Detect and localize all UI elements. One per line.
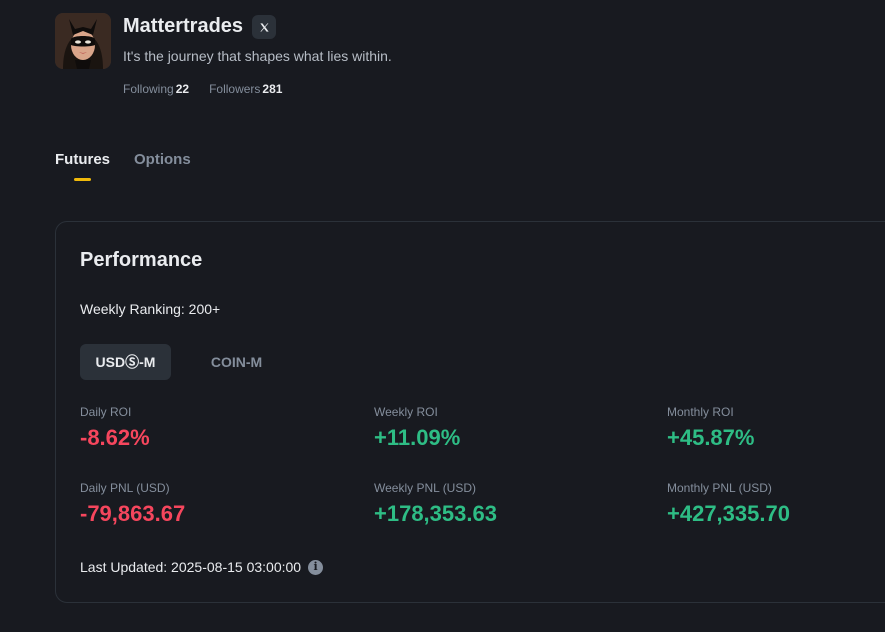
- metric-value: +45.87%: [667, 425, 755, 450]
- active-tab-indicator: [74, 178, 91, 181]
- metric-label: Daily PNL (USD): [80, 481, 170, 495]
- weekly-ranking: Weekly Ranking: 200+: [80, 301, 221, 317]
- metric-label: Weekly ROI: [374, 405, 438, 419]
- tab-futures[interactable]: Futures: [55, 151, 110, 169]
- following-label: Following: [123, 82, 174, 96]
- segment-usds-m[interactable]: USDⓈ-M: [80, 344, 171, 380]
- metric-label: Weekly PNL (USD): [374, 481, 477, 495]
- followers-label: Followers: [209, 82, 261, 96]
- last-updated: Last Updated: 2025-08-15 03:00:00 i: [80, 558, 324, 576]
- metric-value: -79,863.67: [80, 501, 186, 526]
- profile-name: Mattertrades: [123, 15, 244, 37]
- metric-daily-roi: Daily ROI -8.62%: [80, 404, 150, 452]
- avatar[interactable]: [55, 13, 111, 69]
- follow-stats: Following 22 Followers 281: [123, 81, 282, 97]
- x-logo-icon[interactable]: [252, 15, 276, 39]
- segment-coin-m[interactable]: COIN-M: [191, 344, 282, 380]
- last-updated-text: Last Updated: 2025-08-15 03:00:00: [80, 559, 302, 575]
- metric-weekly-pnl: Weekly PNL (USD) +178,353.63: [374, 480, 497, 528]
- performance-title: Performance: [80, 249, 203, 271]
- metric-weekly-roi: Weekly ROI +11.09%: [374, 404, 460, 452]
- metric-label: Monthly ROI: [667, 405, 734, 419]
- following-stat[interactable]: Following 22: [123, 81, 189, 97]
- metric-label: Daily ROI: [80, 405, 132, 419]
- info-icon[interactable]: i: [308, 559, 324, 575]
- metric-monthly-pnl: Monthly PNL (USD) +427,335.70: [667, 480, 790, 528]
- metric-value: +11.09%: [374, 425, 461, 450]
- metric-label: Monthly PNL (USD): [667, 481, 772, 495]
- following-count: 22: [175, 82, 190, 96]
- metric-value: +427,335.70: [667, 501, 790, 526]
- metric-value: +178,353.63: [374, 501, 497, 526]
- metric-daily-pnl: Daily PNL (USD) -79,863.67: [80, 480, 185, 528]
- followers-stat[interactable]: Followers 281: [209, 81, 282, 97]
- metric-monthly-roi: Monthly ROI +45.87%: [667, 404, 754, 452]
- product-tabs: Futures Options: [55, 151, 191, 169]
- performance-card: Performance Weekly Ranking: 200+ USDⓈ-M …: [55, 221, 885, 603]
- masked-woman-avatar-icon: [55, 13, 111, 69]
- metric-value: -8.62%: [80, 425, 150, 450]
- tab-options[interactable]: Options: [134, 151, 191, 169]
- profile-bio: It's the journey that shapes what lies w…: [123, 48, 392, 64]
- followers-count: 281: [262, 82, 283, 96]
